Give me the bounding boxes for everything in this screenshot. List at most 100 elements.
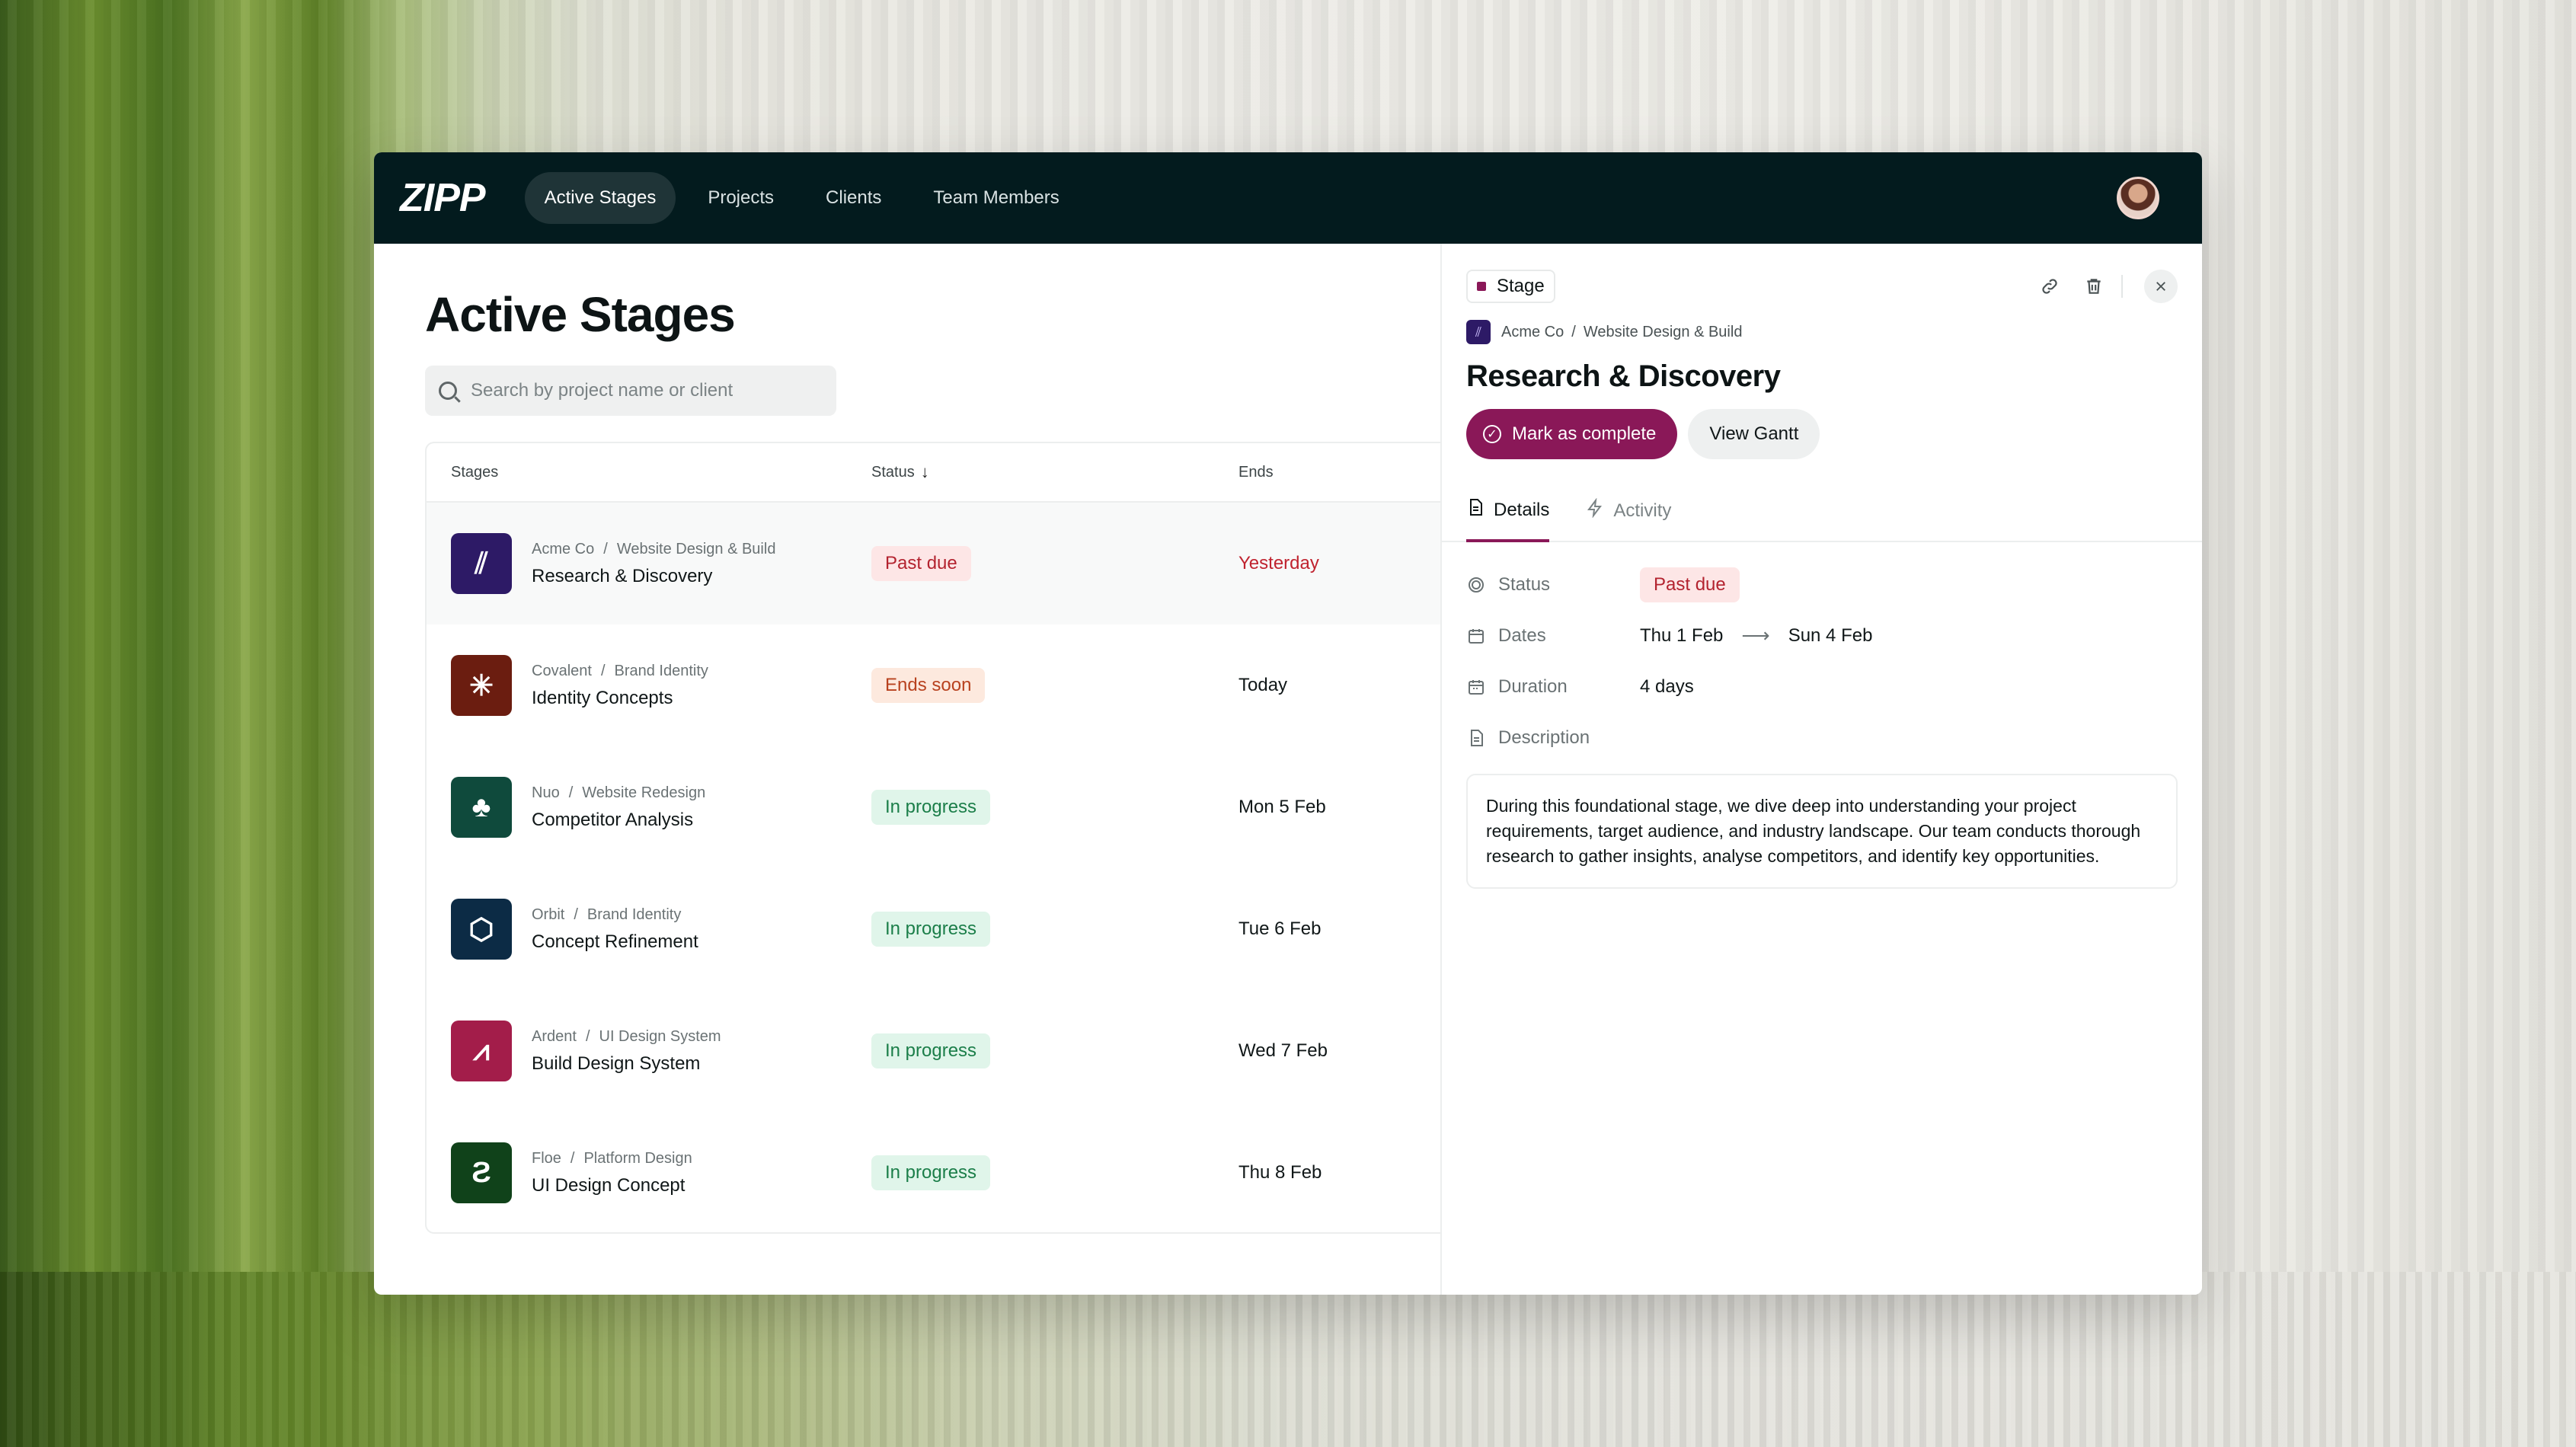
nav-team-members[interactable]: Team Members — [913, 172, 1079, 224]
stage-text: Ardent / UI Design System Build Design Sys… — [532, 1028, 721, 1075]
row-client: Ardent — [532, 1027, 577, 1045]
stage-meta: Floe / Platform Design — [532, 1150, 692, 1168]
dates-label-text: Dates — [1498, 624, 1546, 646]
status-label-text: Status — [1498, 573, 1551, 595]
status-cell: In progress — [871, 790, 1238, 825]
table-row[interactable]: Ƨ Floe / Platform Design UI Design Concept… — [427, 1112, 1446, 1232]
table-row[interactable]: ⩘ Ardent / UI Design System Build Design S… — [427, 990, 1446, 1112]
tab-activity[interactable]: Activity — [1586, 482, 1671, 541]
meta-separator: / — [570, 1149, 575, 1167]
ends-cell: Today — [1238, 675, 1288, 695]
lightning-icon — [1586, 497, 1604, 523]
link-icon[interactable] — [2033, 270, 2066, 303]
detail-label-dates: Dates — [1466, 625, 1640, 647]
stage-cell: ⬡ Orbit / Brand Identity Concept Refinemen… — [427, 899, 871, 960]
stage-text: Orbit / Brand Identity Concept Refinement — [532, 906, 698, 953]
meta-separator: / — [585, 1027, 590, 1045]
nav-clients[interactable]: Clients — [806, 172, 901, 224]
search-icon — [439, 382, 457, 400]
stage-meta: Nuo / Website Redesign — [532, 784, 705, 802]
calendar-duration-icon — [1466, 677, 1486, 697]
row-stage-name: Competitor Analysis — [532, 809, 694, 830]
row-project: Website Redesign — [582, 784, 706, 801]
details-section: Status Past due Dates Thu 1 Feb ⟶ Sun 4 … — [1442, 542, 2202, 906]
breadcrumb-client[interactable]: Acme Co — [1501, 324, 1564, 341]
date-end: Sun 4 Feb — [1788, 624, 1873, 646]
stage-meta: Ardent / UI Design System — [532, 1028, 721, 1046]
ends-cell: Thu 8 Feb — [1238, 1162, 1322, 1183]
table-body: ⫽ Acme Co / Website Design & Build Researc… — [427, 503, 1446, 1232]
sort-down-icon: ↓ — [920, 462, 929, 481]
status-cell: In progress — [871, 1033, 1238, 1068]
row-client: Nuo — [532, 784, 560, 801]
ardent-logo-icon: ⩘ — [451, 1021, 512, 1081]
status-badge: Past due — [1640, 567, 1740, 602]
status-cell: In progress — [871, 912, 1238, 947]
row-client: Acme Co — [532, 540, 595, 557]
mark-complete-button[interactable]: ✓ Mark as complete — [1466, 409, 1678, 459]
tab-details[interactable]: Details — [1466, 482, 1550, 542]
detail-label-duration: Duration — [1466, 676, 1640, 698]
mark-complete-label: Mark as complete — [1512, 423, 1657, 444]
view-gantt-button[interactable]: View Gantt — [1688, 409, 1820, 459]
status-badge: In progress — [871, 1033, 991, 1068]
user-avatar[interactable] — [2117, 177, 2159, 219]
stages-list-area: Active Stages Search by project name or … — [374, 244, 1446, 1295]
ends-cell: Tue 6 Feb — [1238, 918, 1322, 939]
search-input[interactable]: Search by project name or client — [425, 366, 836, 416]
detail-row-dates: Dates Thu 1 Feb ⟶ Sun 4 Feb — [1466, 610, 2178, 661]
row-project: Brand Identity — [586, 906, 682, 923]
covalent-logo-icon: ✳ — [451, 655, 512, 716]
app-window: ZIPP Active Stages Projects Clients Team… — [374, 152, 2202, 1295]
arrow-right-icon: ⟶ — [1741, 624, 1770, 647]
detail-row-description: Description — [1466, 712, 2178, 763]
table-row[interactable]: ✳ Covalent / Brand Identity Identity Conce… — [427, 624, 1446, 746]
acme-logo-icon: ⫽ — [451, 533, 512, 594]
detail-value-status[interactable]: Past due — [1640, 567, 1740, 602]
row-client: Orbit — [532, 906, 565, 923]
stage-cell: ⩘ Ardent / UI Design System Build Design S… — [427, 1021, 871, 1081]
table-row[interactable]: ⫽ Acme Co / Website Design & Build Researc… — [427, 503, 1446, 624]
row-stage-name: Research & Discovery — [532, 565, 713, 586]
meta-separator: / — [600, 662, 606, 679]
column-header-stages[interactable]: Stages — [427, 464, 871, 481]
detail-label-status: Status — [1466, 574, 1640, 596]
row-project: Brand Identity — [614, 662, 708, 679]
breadcrumb-project[interactable]: Website Design & Build — [1584, 324, 1743, 341]
stage-chip-label: Stage — [1497, 276, 1545, 296]
table-row[interactable]: ⬡ Orbit / Brand Identity Concept Refinemen… — [427, 868, 1446, 990]
row-client: Floe — [532, 1149, 561, 1167]
detail-label-description: Description — [1466, 727, 1640, 749]
panel-actions — [2022, 270, 2178, 303]
actions-divider — [2121, 275, 2123, 298]
ends-cell: Mon 5 Feb — [1238, 797, 1326, 817]
ends-cell: Wed 7 Feb — [1238, 1040, 1328, 1061]
trash-icon[interactable] — [2077, 270, 2111, 303]
close-icon[interactable] — [2144, 270, 2178, 303]
stage-text: Covalent / Brand Identity Identity Concept… — [532, 663, 708, 709]
check-circle-icon: ✓ — [1483, 425, 1501, 443]
column-header-ends[interactable]: Ends — [1238, 464, 1446, 481]
detail-value-duration: 4 days — [1640, 676, 1694, 697]
panel-header: Stage ⫽ Acme Co / Website Design & Build — [1442, 244, 2202, 459]
stage-chip: Stage — [1466, 270, 1555, 303]
status-badge: In progress — [871, 790, 991, 825]
date-start: Thu 1 Feb — [1640, 624, 1724, 646]
floe-logo-icon: Ƨ — [451, 1142, 512, 1203]
status-badge: In progress — [871, 1155, 991, 1190]
description-textarea[interactable]: During this foundational stage, we dive … — [1466, 774, 2178, 889]
stage-text: Acme Co / Website Design & Build Research … — [532, 541, 775, 587]
acme-logo-icon: ⫽ — [1466, 320, 1491, 344]
detail-value-dates[interactable]: Thu 1 Feb ⟶ Sun 4 Feb — [1640, 624, 1872, 647]
column-header-status-label: Status — [871, 463, 915, 481]
stage-meta: Acme Co / Website Design & Build — [532, 541, 775, 558]
column-header-status[interactable]: Status ↓ — [871, 462, 1238, 482]
nav-projects[interactable]: Projects — [688, 172, 794, 224]
panel-title: Research & Discovery — [1466, 359, 1781, 393]
table-row[interactable]: ♣ Nuo / Website Redesign Competitor Analys… — [427, 746, 1446, 868]
zipp-logo[interactable]: ZIPP — [400, 175, 486, 221]
nav-active-stages[interactable]: Active Stages — [524, 172, 676, 224]
stage-detail-panel: Stage ⫽ Acme Co / Website Design & Build — [1440, 244, 2202, 1295]
row-stage-name: Concept Refinement — [532, 931, 698, 952]
document-icon — [1466, 497, 1485, 522]
